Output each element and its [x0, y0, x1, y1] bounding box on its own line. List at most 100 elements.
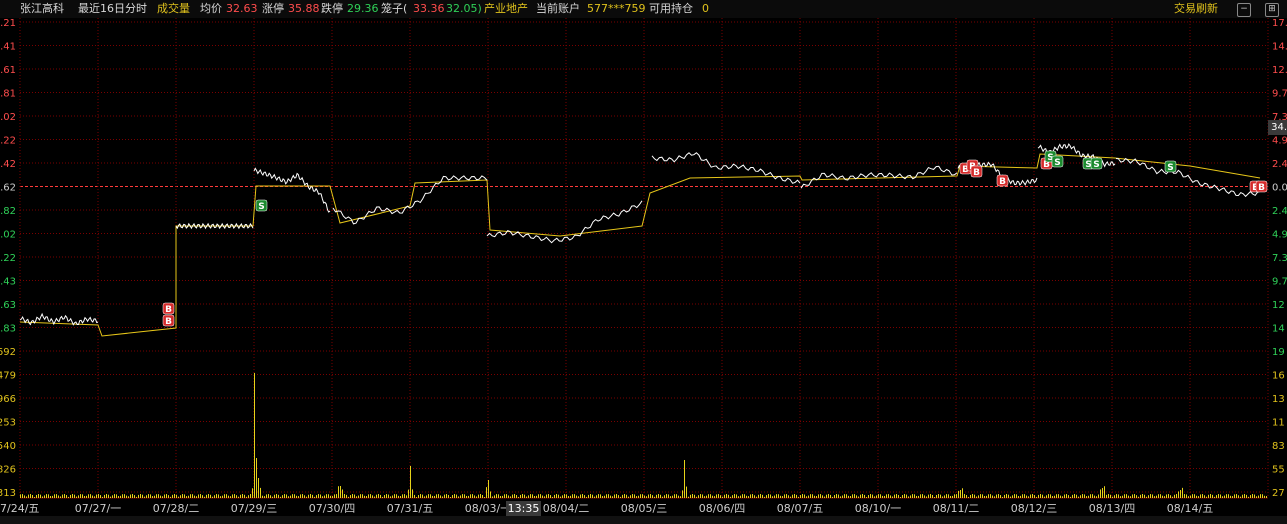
- volume-bar: [1058, 494, 1059, 498]
- volume-bar: [1166, 494, 1167, 498]
- volume-bar: [544, 496, 545, 498]
- volume-bar: [328, 494, 329, 498]
- volume-bar: [400, 495, 401, 498]
- volume-bar: [426, 495, 427, 498]
- volume-bar: [456, 494, 457, 498]
- volume-bar: [730, 496, 731, 498]
- volume-bar: [94, 496, 95, 498]
- volume-bar: [38, 494, 39, 498]
- intraday-chart[interactable]: .21 .41 .61 .81 .02 .22 .42 .62 .82 .02 .22 .43 .63.…: [0, 18, 1287, 516]
- volume-bar: [1088, 495, 1089, 498]
- sell-marker[interactable]: S: [255, 199, 268, 212]
- volume-bar: [1178, 491, 1179, 498]
- volume-bar: [440, 495, 441, 498]
- svg-text:S: S: [1093, 160, 1099, 170]
- volume-bar: [138, 494, 139, 498]
- volume-bar: [832, 496, 833, 498]
- buy-marker[interactable]: B: [970, 165, 983, 178]
- volume-tick-label: 313: [0, 488, 16, 499]
- volume-bar: [564, 494, 565, 498]
- sell-marker[interactable]: S: [1051, 155, 1064, 168]
- sell-marker[interactable]: S: [1090, 157, 1103, 170]
- volume-bar: [348, 496, 349, 498]
- svg-text:B: B: [165, 305, 172, 315]
- volume-bar: [1090, 494, 1091, 498]
- volume-bar: [232, 494, 233, 498]
- volume-bar: [98, 494, 99, 498]
- volume-bar: [356, 496, 357, 498]
- volume-bar: [86, 495, 87, 498]
- holding-value: 0: [702, 2, 709, 15]
- volume-bar: [506, 494, 507, 498]
- expand-icon[interactable]: ⊞: [1265, 3, 1279, 17]
- volume-bar: [1156, 495, 1157, 498]
- volume-tick-label-right: 55: [1272, 465, 1285, 476]
- volume-bar: [700, 494, 701, 498]
- industry-label[interactable]: 产业地产: [484, 0, 528, 18]
- period-label[interactable]: 最近16日分时: [78, 0, 147, 18]
- volume-bar: [354, 494, 355, 498]
- volume-bar: [1240, 496, 1241, 498]
- trade-refresh-button[interactable]: 交易刷新: [1174, 0, 1218, 18]
- volume-bar: [654, 496, 655, 498]
- volume-bar: [638, 495, 639, 498]
- volume-bar: [1208, 494, 1209, 498]
- minimize-icon[interactable]: −: [1237, 3, 1251, 17]
- volume-bar: [324, 495, 325, 498]
- volume-bar: [126, 495, 127, 498]
- stock-name[interactable]: 张江高科: [20, 0, 64, 18]
- volume-bar: [938, 494, 939, 498]
- volume-bar: [100, 495, 101, 498]
- price-tick-label: .21: [0, 18, 16, 29]
- volume-bar: [76, 496, 77, 498]
- volume-bar: [1062, 496, 1063, 498]
- volume-bar: [748, 496, 749, 498]
- volume-bar: [646, 496, 647, 498]
- volume-bar: [732, 495, 733, 498]
- volume-bar: [342, 489, 343, 498]
- buy-marker[interactable]: B: [1255, 180, 1268, 193]
- svg-text:S: S: [1054, 158, 1060, 168]
- volume-bar: [1070, 496, 1071, 498]
- volume-bar: [1108, 494, 1109, 498]
- volume-bar: [188, 495, 189, 498]
- volume-bar: [814, 495, 815, 498]
- volume-bar: [208, 494, 209, 498]
- buy-marker[interactable]: B: [162, 302, 175, 315]
- account-value[interactable]: 577***759: [587, 0, 646, 18]
- volume-bar: [1026, 495, 1027, 498]
- volume-indicator-label[interactable]: 成交量: [157, 0, 190, 18]
- volume-tick-label: 966: [0, 394, 16, 405]
- volume-bar: [462, 494, 463, 498]
- price-tick-label: .63: [0, 300, 16, 311]
- volume-bar: [1248, 496, 1249, 498]
- buy-marker[interactable]: B: [162, 314, 175, 327]
- volume-bar: [876, 495, 877, 498]
- volume-bar: [152, 496, 153, 498]
- volume-bar: [800, 495, 801, 498]
- volume-bar: [178, 496, 179, 498]
- volume-bar: [250, 494, 251, 498]
- volume-tick-label: 253: [0, 418, 16, 429]
- volume-bar: [1222, 496, 1223, 498]
- date-label: 08/07/五: [777, 502, 823, 515]
- volume-bar: [980, 494, 981, 498]
- volume-bar: [166, 494, 167, 498]
- volume-bar: [580, 494, 581, 498]
- volume-bar: [1164, 496, 1165, 498]
- volume-bar: [538, 494, 539, 498]
- volume-bar: [828, 494, 829, 498]
- volume-bar: [1124, 494, 1125, 498]
- volume-bar: [908, 496, 909, 498]
- volume-bar: [894, 494, 895, 498]
- price-tick-label: .61: [0, 65, 16, 76]
- volume-bar: [994, 496, 995, 498]
- volume-bar: [450, 496, 451, 498]
- volume-bar: [108, 494, 109, 498]
- volume-bar: [62, 494, 63, 498]
- volume-bar: [516, 495, 517, 498]
- buy-marker[interactable]: B: [996, 174, 1009, 187]
- volume-bar: [428, 494, 429, 498]
- sell-marker[interactable]: S: [1164, 160, 1177, 173]
- volume-bar: [770, 494, 771, 498]
